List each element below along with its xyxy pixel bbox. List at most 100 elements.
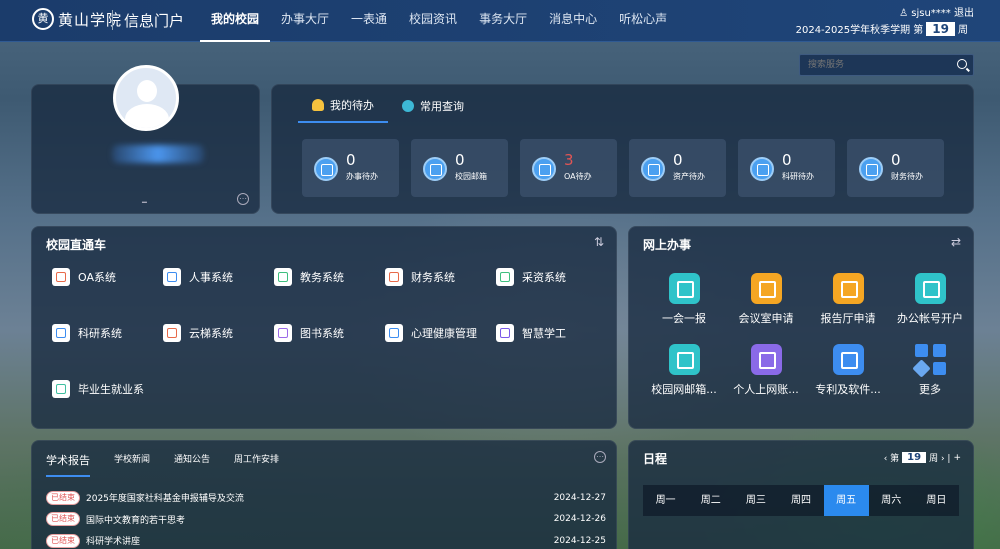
- service-icon: [750, 273, 782, 304]
- todo-card-oa[interactable]: 3 OA待办: [520, 139, 617, 197]
- campus-app[interactable]: 云梯系统: [163, 323, 274, 343]
- news-date: 2024-12-25: [553, 535, 606, 546]
- user-name[interactable]: sjsu****: [911, 8, 951, 19]
- service-label: 办公帐号开户: [897, 312, 963, 325]
- campus-app[interactable]: 财务系统: [385, 267, 496, 287]
- todo-card-mail[interactable]: 0 校园邮箱: [411, 139, 508, 197]
- service-label: 更多: [919, 383, 941, 396]
- nav-my-campus[interactable]: 我的校园: [200, 0, 271, 42]
- bell-icon: [312, 99, 324, 111]
- online-service[interactable]: 一会一报: [643, 273, 725, 326]
- weekday-tab[interactable]: 周六: [869, 485, 914, 516]
- app-label: 智慧学工: [522, 327, 566, 340]
- nav-affairs-hall[interactable]: 事务大厅: [468, 0, 538, 42]
- news-panel: 学术报告 学校新闻 通知公告 周工作安排 ⋯ 已结束 2025年度国家社科基金申报…: [31, 440, 617, 549]
- app-label: 人事系统: [189, 271, 233, 284]
- todo-card-finance[interactable]: 0 财务待办: [847, 139, 944, 197]
- tab-notices[interactable]: 通知公告: [174, 452, 210, 477]
- more-icon[interactable]: ⋯: [237, 193, 249, 205]
- search-input[interactable]: [800, 55, 950, 75]
- tab-school-news[interactable]: 学校新闻: [114, 452, 150, 477]
- online-service[interactable]: 会议室申请: [725, 273, 807, 326]
- campus-app[interactable]: 心理健康管理: [385, 323, 496, 343]
- todo-count: 0: [782, 151, 792, 169]
- campus-app[interactable]: 智慧学工: [496, 323, 607, 343]
- status-badge: 已结束: [46, 512, 80, 527]
- logout-link[interactable]: 退出: [954, 8, 974, 19]
- weekday-tab[interactable]: 周一: [643, 485, 688, 516]
- avatar[interactable]: [113, 65, 179, 131]
- campus-app[interactable]: 图书系统: [274, 323, 385, 343]
- list-item[interactable]: 已结束 科研学术讲座 2024-12-25: [46, 530, 606, 549]
- nav-campus-news[interactable]: 校园资讯: [398, 0, 468, 42]
- service-label: 会议室申请: [738, 312, 794, 325]
- nav-service-hall[interactable]: 办事大厅: [270, 0, 340, 42]
- campus-app[interactable]: 采资系统: [496, 267, 607, 287]
- list-item[interactable]: 已结束 国际中文教育的若干思考 2024-12-26: [46, 509, 606, 531]
- next-week-button[interactable]: 周 › |: [929, 451, 950, 464]
- app-icon: [496, 324, 514, 342]
- list-item[interactable]: 已结束 2025年度国家社科基金申报辅导及交流 2024-12-27: [46, 487, 606, 509]
- add-event-button[interactable]: +: [953, 453, 961, 463]
- switch-icon[interactable]: ⇄: [951, 235, 961, 249]
- todo-card-research[interactable]: 0 科研待办: [738, 139, 835, 197]
- app-icon: [52, 324, 70, 342]
- search-icon[interactable]: [957, 59, 967, 69]
- news-list: 已结束 2025年度国家社科基金申报辅导及交流 2024-12-27 已结束 国际中文…: [46, 487, 606, 549]
- status-badge: 已结束: [46, 533, 80, 548]
- tab-common-query[interactable]: 常用查询: [388, 97, 478, 123]
- more-grid-icon: [911, 344, 946, 378]
- app-label: 云梯系统: [189, 327, 233, 340]
- nav-one-form[interactable]: 一表通: [340, 0, 398, 42]
- todo-count: 0: [891, 151, 901, 169]
- online-service[interactable]: 专利及软件...: [807, 344, 889, 397]
- document-icon: [641, 157, 665, 181]
- app-icon: [385, 324, 403, 342]
- campus-app[interactable]: 教务系统: [274, 267, 385, 287]
- campus-app[interactable]: 毕业生就业系: [52, 379, 163, 399]
- todo-count: 0: [346, 151, 356, 169]
- weekday-tab[interactable]: 周日: [914, 485, 959, 516]
- nav-message-center[interactable]: 消息中心: [538, 0, 608, 42]
- service-label: 校园网邮箱...: [651, 383, 717, 396]
- online-service[interactable]: 办公帐号开户: [889, 273, 971, 326]
- campus-app[interactable]: OA系统: [52, 267, 163, 287]
- document-icon: [314, 157, 338, 181]
- weekday-tab[interactable]: 周三: [733, 485, 778, 516]
- todo-count: 0: [673, 151, 683, 169]
- nav-feedback[interactable]: 听松心声: [608, 0, 678, 42]
- weekday-tab[interactable]: 周五: [823, 485, 869, 516]
- todo-card-affairs[interactable]: 0 办事待办: [302, 139, 399, 197]
- service-label: 专利及软件...: [815, 383, 881, 396]
- week-number: 19: [902, 452, 927, 463]
- prev-week-button[interactable]: ‹ 第: [884, 451, 899, 464]
- service-icon: [832, 273, 864, 304]
- online-service[interactable]: 报告厅申请: [807, 273, 889, 326]
- header-divider: [112, 10, 113, 30]
- user-area: ♙ sjsu**** 退出: [899, 4, 974, 19]
- week-number: 19: [926, 21, 955, 36]
- todo-card-assets[interactable]: 0 资产待办: [629, 139, 726, 197]
- weekday-tab[interactable]: 周四: [778, 485, 823, 516]
- campus-app[interactable]: 人事系统: [163, 267, 274, 287]
- more-icon[interactable]: ⋯: [594, 451, 606, 463]
- campus-panel: 校园直通车 ⇅ OA系统 人事系统 教务系统 财务系统 采资系统 科研系统 云梯系统 图书系统…: [31, 226, 617, 429]
- weekday-tab[interactable]: 周二: [688, 485, 733, 516]
- tab-my-todo[interactable]: 我的待办: [298, 97, 388, 123]
- tab-weekly-schedule[interactable]: 周工作安排: [234, 452, 279, 477]
- shirt-icon: ♙: [899, 8, 909, 19]
- online-service-grid: 一会一报 会议室申请 报告厅申请 办公帐号开户校园网邮箱... 个人上网账... 专利及软…: [643, 273, 971, 397]
- online-service[interactable]: 校园网邮箱...: [643, 344, 725, 397]
- campus-app[interactable]: 科研系统: [52, 323, 163, 343]
- app-label: 教务系统: [300, 271, 344, 284]
- todo-cards: 0 办事待办 0 校园邮箱 3 OA待办 0 资产待办 0 科研待办 0 财务待办: [302, 139, 944, 197]
- term-text: 2024-2025学年秋季学期 第: [795, 25, 924, 36]
- app-icon: [274, 324, 292, 342]
- online-service[interactable]: 更多: [889, 344, 971, 397]
- user-name-blurred: [112, 145, 204, 163]
- online-service[interactable]: 个人上网账...: [725, 344, 807, 397]
- tab-academic-report[interactable]: 学术报告: [46, 452, 90, 477]
- sort-icon[interactable]: ⇅: [594, 235, 604, 249]
- service-label: 个人上网账...: [733, 383, 799, 396]
- news-date: 2024-12-26: [553, 514, 606, 525]
